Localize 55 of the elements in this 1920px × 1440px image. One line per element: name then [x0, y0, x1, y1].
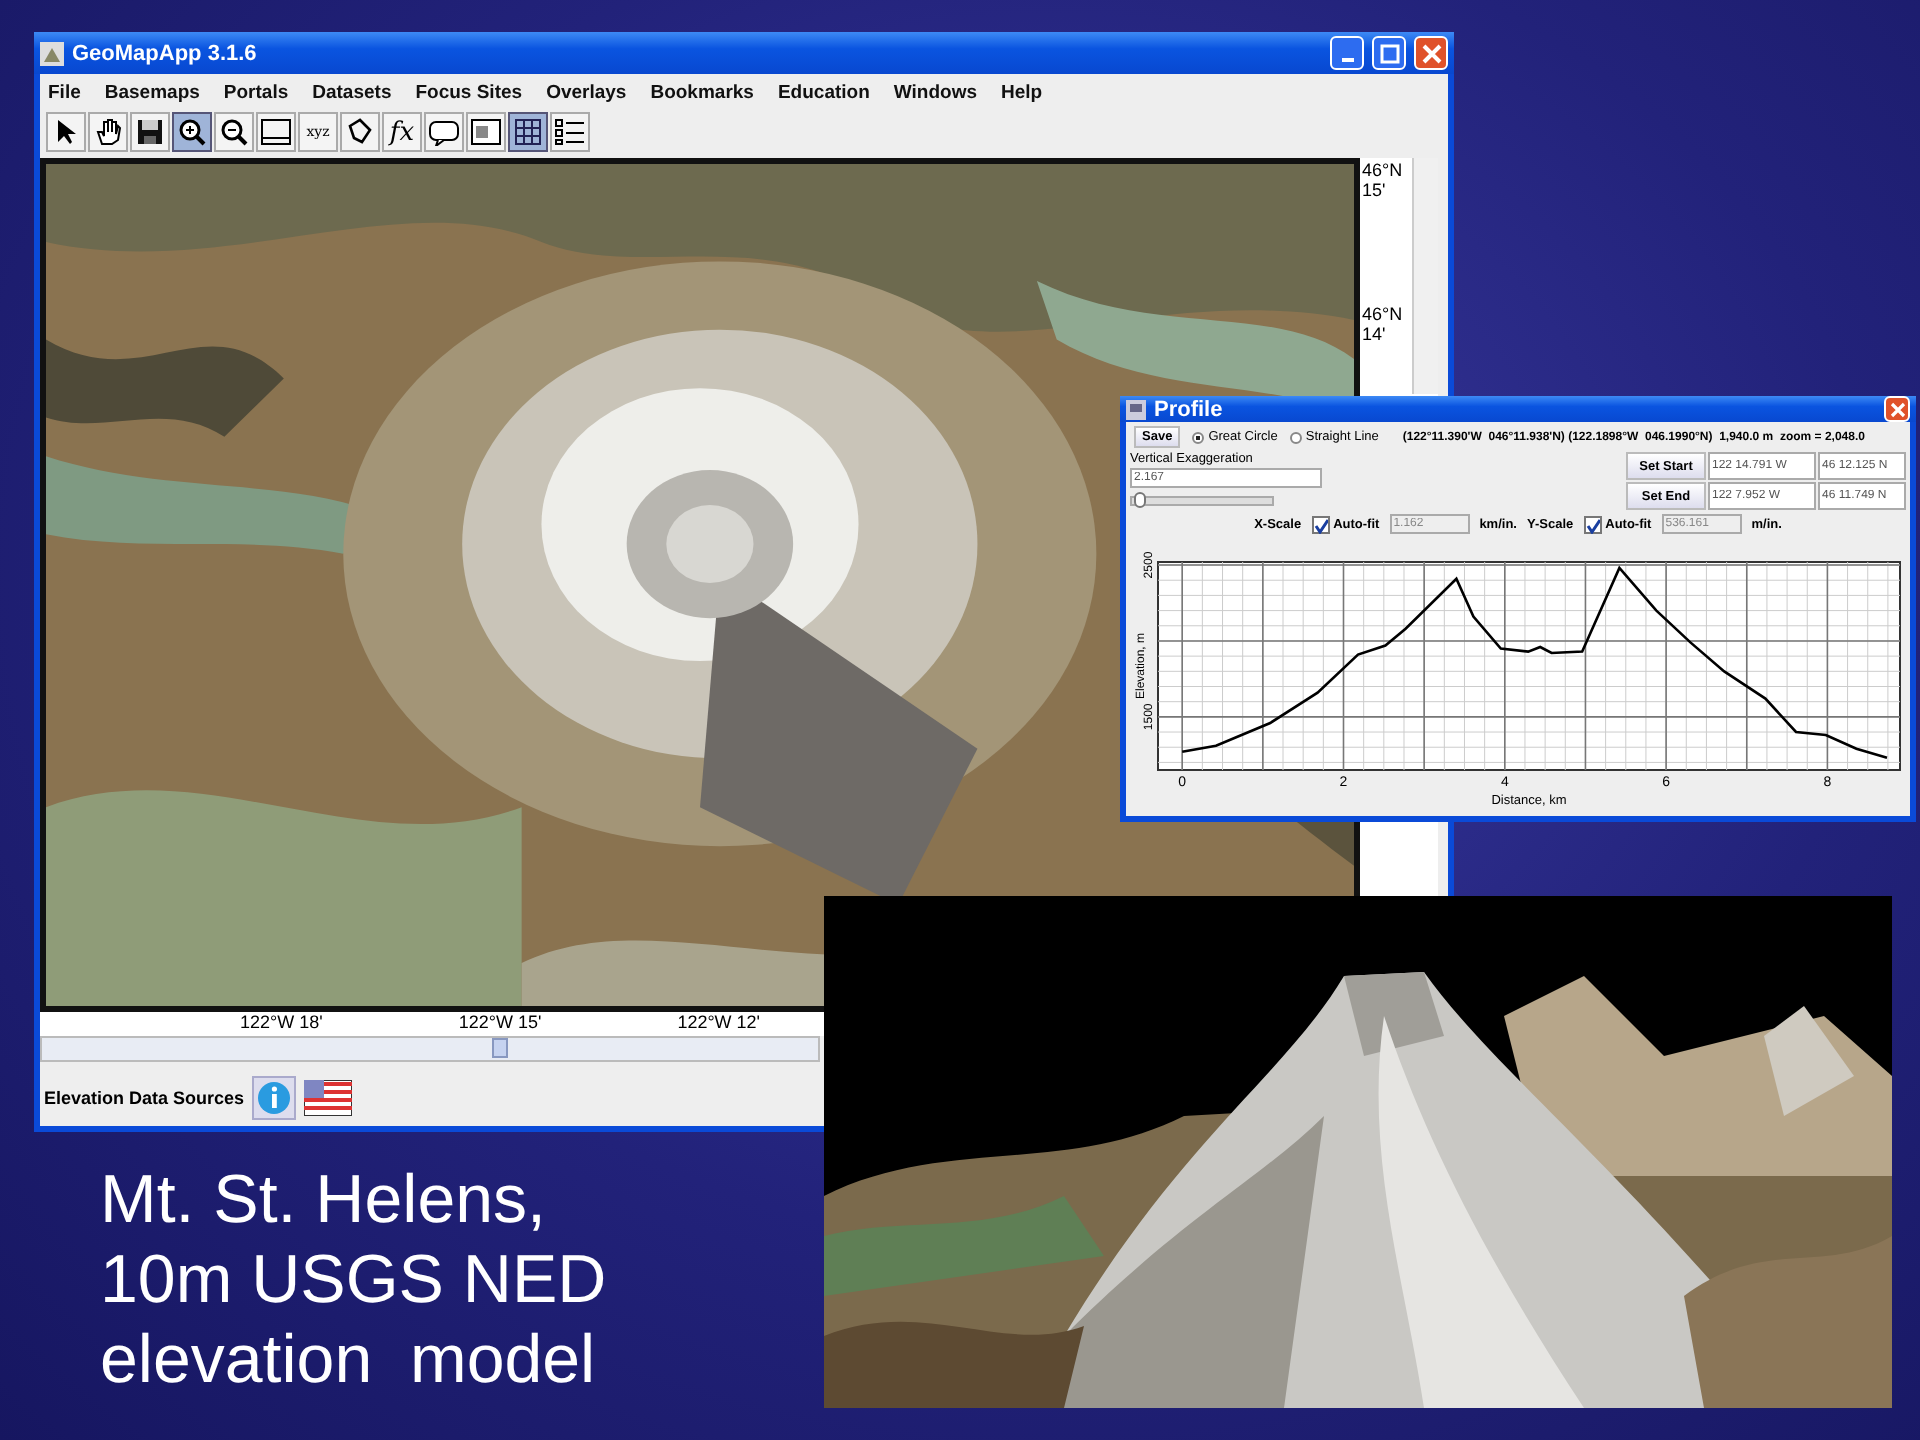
longitude-label: 122°W 18'	[240, 1012, 323, 1036]
close-button[interactable]	[1884, 396, 1910, 422]
menu-item[interactable]: File	[48, 81, 81, 103]
lasso-icon	[346, 118, 374, 146]
app-icon	[40, 41, 64, 65]
toolbar-button[interactable]	[130, 112, 170, 152]
speech-bubble-icon	[428, 118, 460, 146]
longitude-label: 122°W 15'	[458, 1012, 542, 1036]
menu-item[interactable]: Focus Sites	[415, 81, 523, 103]
toolbar-button[interactable]	[550, 112, 590, 152]
menu-item[interactable]: Basemaps	[104, 81, 200, 103]
minimize-button[interactable]	[1330, 36, 1364, 70]
pointer-icon	[54, 118, 78, 146]
latitude-label: 46°N 15'	[1360, 160, 1405, 200]
grid-icon	[514, 118, 542, 146]
menu-item[interactable]: Portals	[223, 81, 289, 103]
maximize-button[interactable]	[1372, 36, 1406, 70]
toolbar-button[interactable]	[340, 112, 380, 152]
window-icon	[470, 118, 502, 146]
scroll-thumb[interactable]	[492, 1038, 508, 1058]
menu-item[interactable]: Datasets	[312, 81, 392, 103]
zoom-out-icon	[220, 118, 248, 146]
window-title: GeoMapApp 3.1.6	[72, 41, 257, 65]
toolbar-button[interactable]	[46, 112, 86, 152]
flag-icon[interactable]	[304, 1080, 353, 1116]
frame-icon	[260, 118, 292, 146]
menu-item[interactable]: Help	[1001, 81, 1043, 103]
longitude-label: 122°W 12'	[677, 1012, 761, 1036]
toolbar-button[interactable]	[508, 112, 548, 152]
menu-item[interactable]: Windows	[893, 81, 977, 103]
minimize-icon	[1341, 57, 1353, 61]
slide-caption: Mt. St. Helens, 10m USGS NED elevation model	[100, 1160, 607, 1400]
list-icon	[554, 118, 586, 146]
toolbar-button[interactable]	[88, 112, 128, 152]
menu-item[interactable]: Education	[777, 81, 870, 103]
close-icon	[1421, 43, 1441, 63]
hand-icon	[94, 118, 122, 146]
menu-item[interactable]: Overlays	[546, 81, 627, 103]
toolbar-button[interactable]	[214, 112, 254, 152]
info-icon	[256, 1080, 293, 1116]
close-button[interactable]	[1414, 36, 1448, 70]
toolbar-button[interactable]: fx	[382, 112, 422, 152]
menu-item[interactable]: Bookmarks	[650, 81, 754, 103]
maximize-icon	[1379, 43, 1399, 63]
latitude-label: 46°N 14'	[1360, 304, 1405, 344]
horizontal-scrollbar[interactable]	[40, 1036, 820, 1062]
toolbar-button[interactable]	[424, 112, 464, 152]
toolbar-button[interactable]	[466, 112, 506, 152]
save-icon	[136, 118, 164, 146]
status-label: Elevation Data Sources	[44, 1088, 245, 1108]
toolbar-button[interactable]	[256, 112, 296, 152]
toolbar-button[interactable]	[172, 112, 212, 152]
close-icon	[1889, 401, 1905, 417]
check-icon	[1585, 517, 1600, 533]
zoom-in-icon	[178, 118, 206, 146]
